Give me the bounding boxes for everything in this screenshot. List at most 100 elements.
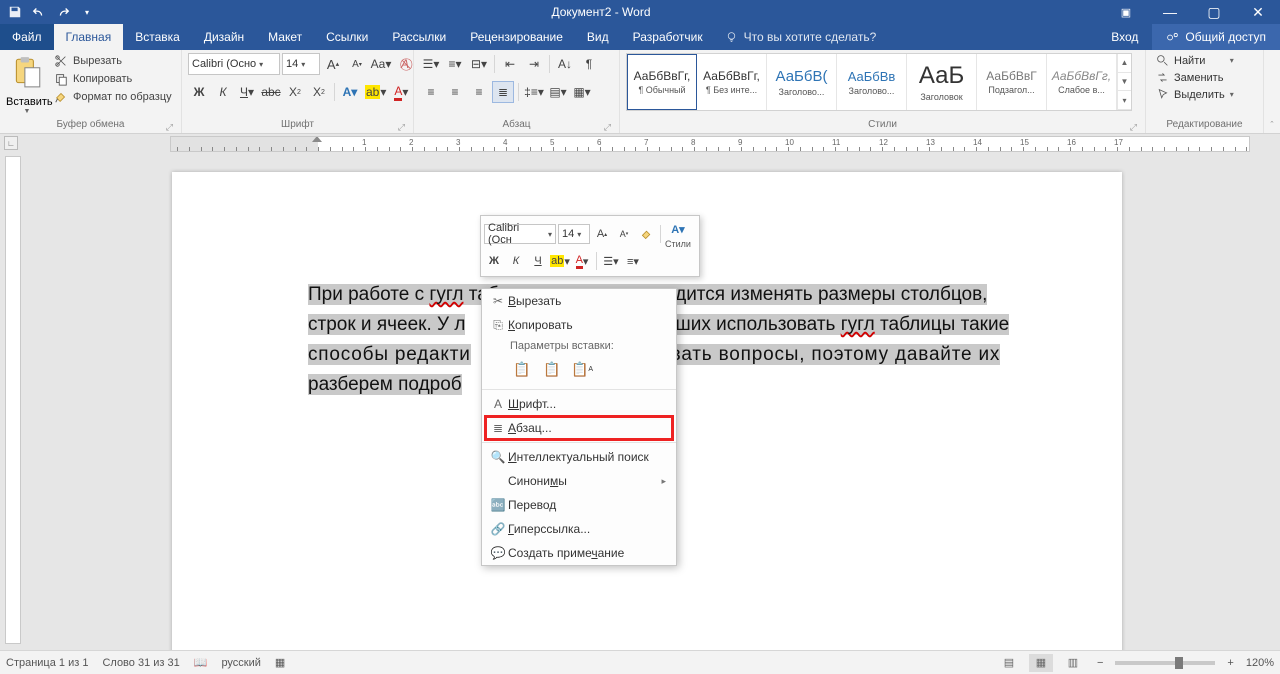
tab-insert[interactable]: Вставка [123,24,192,50]
sort-button[interactable]: A↓ [554,53,576,75]
cut-button[interactable]: Вырезать [52,53,174,69]
select-button[interactable]: Выделить▾ [1152,87,1238,102]
increase-indent-button[interactable]: ⇥ [523,53,545,75]
zoom-slider[interactable] [1115,661,1215,665]
mini-styles-button[interactable]: A▾ [668,219,688,239]
tab-home[interactable]: Главная [54,24,124,50]
selected-text[interactable]: При работе с гугл таблицами часто приход… [308,280,1060,400]
shrink-font-button[interactable]: A▾ [346,53,368,75]
style-heading2[interactable]: АаБбВвЗаголово... [837,54,907,110]
font-name-combo[interactable]: Calibri (Осно▾ [188,53,280,75]
styles-gallery[interactable]: АаБбВвГг,¶ Обычный АаБбВвГг,¶ Без инте..… [626,53,1132,111]
align-left-button[interactable]: ≡ [420,81,442,103]
style-normal[interactable]: АаБбВвГг,¶ Обычный [627,54,697,110]
style-heading1[interactable]: АаБбВ(Заголово... [767,54,837,110]
tab-file[interactable]: Файл [0,24,54,50]
highlight-button[interactable]: ab▾ [363,81,388,103]
mini-highlight-button[interactable]: ab▾ [550,251,570,271]
paragraph-launcher-icon[interactable]: ⤢ [604,122,611,133]
shading-button[interactable]: ▤▾ [547,81,569,103]
ctx-copy[interactable]: ⎘Копировать [482,313,676,337]
superscript-button[interactable]: X2 [308,81,330,103]
styles-up-icon[interactable]: ▲ [1117,54,1131,73]
tab-review[interactable]: Рецензирование [458,24,575,50]
redo-icon[interactable] [52,1,74,23]
status-words[interactable]: Слово 31 из 31 [102,657,179,669]
tab-mailings[interactable]: Рассылки [380,24,458,50]
line-spacing-button[interactable]: ‡≡▾ [523,81,545,103]
font-size-combo[interactable]: 14▾ [282,53,320,75]
qat-more-icon[interactable]: ▾ [76,1,98,23]
zoom-out-button[interactable]: − [1093,657,1107,669]
styles-more-icon[interactable]: ▾ [1117,91,1131,110]
save-icon[interactable] [4,1,26,23]
signin-button[interactable]: Вход [1097,30,1152,44]
ctx-paragraph[interactable]: ≣Абзац... [482,416,676,440]
tab-view[interactable]: Вид [575,24,621,50]
strike-button[interactable]: abc [260,81,282,103]
tab-selector-icon[interactable]: ∟ [4,136,18,150]
ctx-translate[interactable]: 🔤Перевод [482,493,676,517]
replace-button[interactable]: Заменить [1152,70,1238,85]
vertical-ruler[interactable] [5,156,21,644]
show-marks-button[interactable]: ¶ [578,53,600,75]
tab-design[interactable]: Дизайн [192,24,256,50]
mini-font-color-button[interactable]: A▾ [572,251,592,271]
paste-merge-icon[interactable]: 📋 [540,357,564,381]
change-case-button[interactable]: Aa▾ [370,53,392,75]
style-subtle[interactable]: АаБбВвГг,Слабое в... [1047,54,1117,110]
justify-button[interactable]: ≣ [492,81,514,103]
mini-format-painter-button[interactable] [636,224,656,244]
ctx-cut[interactable]: ✂В/*noop*/ырезать [482,289,676,313]
mini-italic-button[interactable]: К [506,251,526,271]
paste-button[interactable]: Вставить ▼ [6,53,48,115]
mini-underline-button[interactable]: Ч [528,251,548,271]
paste-text-only-icon[interactable]: 📋A [570,357,594,381]
close-icon[interactable]: ✕ [1236,0,1280,24]
decrease-indent-button[interactable]: ⇤ [499,53,521,75]
mini-bullets-button[interactable]: ☰▾ [601,251,621,271]
tab-developer[interactable]: Разработчик [621,24,715,50]
bullets-button[interactable]: ☰▾ [420,53,442,75]
ctx-comment[interactable]: 💬Создать примечание [482,541,676,565]
share-button[interactable]: Общий доступ [1152,24,1280,50]
align-center-button[interactable]: ≡ [444,81,466,103]
copy-button[interactable]: Копировать [52,71,174,87]
italic-button[interactable]: К [212,81,234,103]
collapse-ribbon-icon[interactable]: ˆ [1264,50,1280,133]
view-web-icon[interactable]: ▥ [1061,654,1085,672]
tab-layout[interactable]: Макет [256,24,314,50]
mini-size-combo[interactable]: 14▾ [558,224,590,244]
horizontal-ruler[interactable]: 1234567891011121314151617 [170,136,1250,152]
font-launcher-icon[interactable]: ⤢ [398,122,405,133]
ctx-hyperlink[interactable]: 🔗Гиперссылка... [482,517,676,541]
view-print-icon[interactable]: ▦ [1029,654,1053,672]
zoom-in-button[interactable]: + [1223,657,1237,669]
multilevel-button[interactable]: ⊟▾ [468,53,490,75]
format-painter-button[interactable]: Формат по образцу [52,89,174,105]
bold-button[interactable]: Ж [188,81,210,103]
mini-numbering-button[interactable]: ≡▾ [623,251,643,271]
style-no-spacing[interactable]: АаБбВвГг,¶ Без инте... [697,54,767,110]
tell-me-search[interactable]: Что вы хотите сделать? [725,30,877,44]
ribbon-display-icon[interactable]: ▣ [1104,0,1148,24]
status-macro-icon[interactable]: ▦ [275,656,285,669]
ctx-synonyms[interactable]: Синонимы▸ [482,469,676,493]
align-right-button[interactable]: ≡ [468,81,490,103]
subscript-button[interactable]: X2 [284,81,306,103]
mini-shrink-button[interactable]: A▾ [614,224,634,244]
borders-button[interactable]: ▦▾ [571,81,593,103]
clear-format-button[interactable]: A⃠ [394,53,416,75]
view-read-icon[interactable]: ▤ [997,654,1021,672]
clipboard-launcher-icon[interactable]: ⤢ [166,122,173,133]
undo-icon[interactable] [28,1,50,23]
numbering-button[interactable]: ≡▾ [444,53,466,75]
status-language[interactable]: русский [221,657,260,669]
underline-button[interactable]: Ч▾ [236,81,258,103]
styles-launcher-icon[interactable]: ⤢ [1130,122,1137,133]
text-effects-button[interactable]: A▾ [339,81,361,103]
minimize-icon[interactable]: — [1148,0,1192,24]
zoom-level[interactable]: 120% [1246,657,1274,669]
status-page[interactable]: Страница 1 из 1 [6,657,88,669]
font-color-button[interactable]: A▾ [390,81,412,103]
